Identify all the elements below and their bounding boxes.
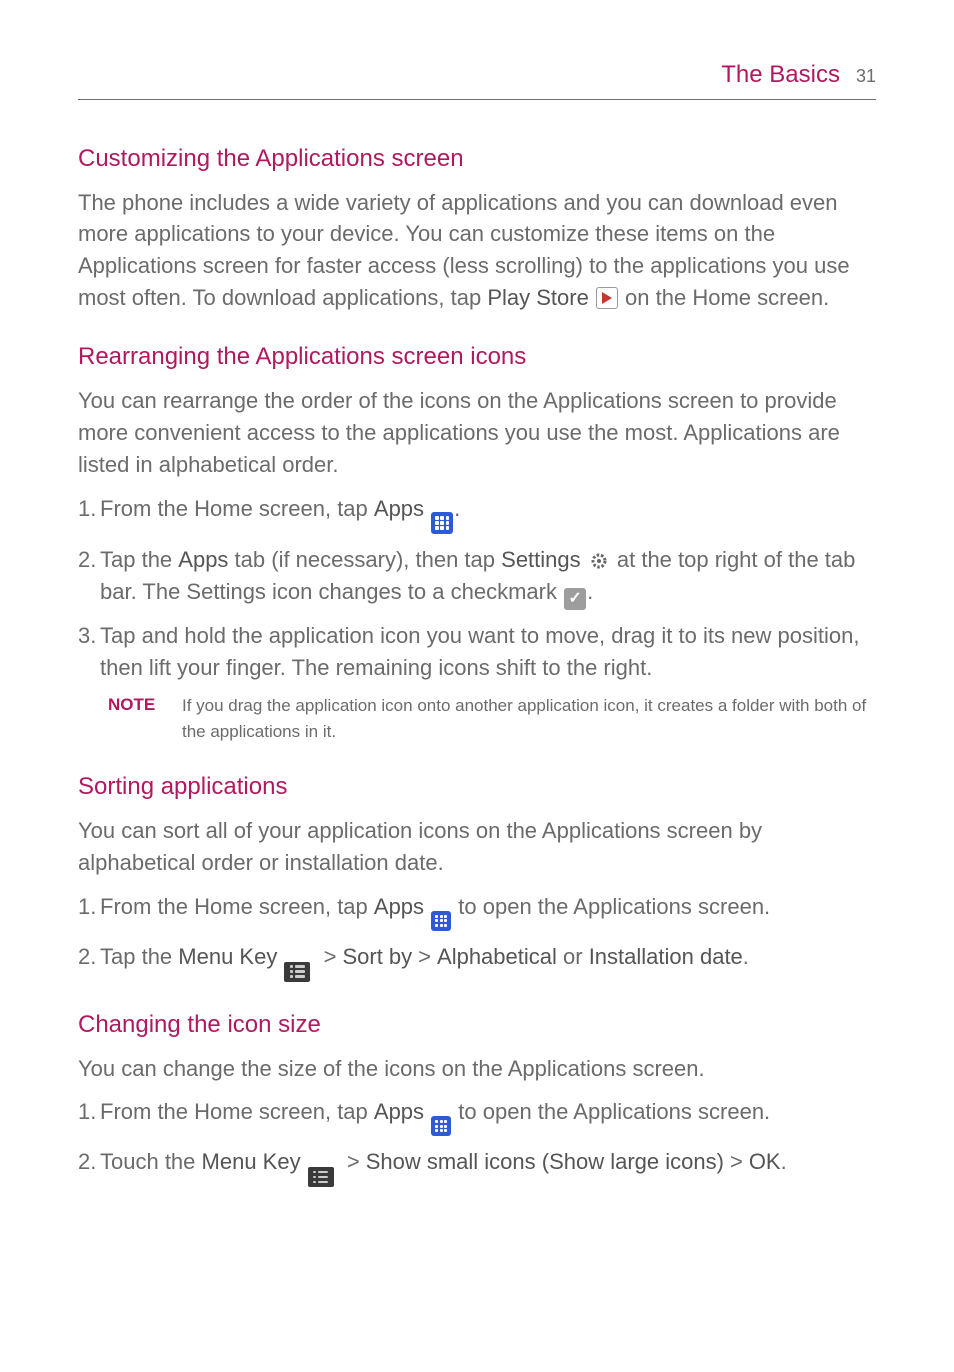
list-number: 2. xyxy=(78,544,100,609)
ordered-list: 1. From the Home screen, tap Apps to ope… xyxy=(78,1096,876,1187)
label-show-icons: Show small icons (Show large icons) xyxy=(366,1149,724,1174)
list-body: From the Home screen, tap Apps to open t… xyxy=(100,891,876,931)
list-number: 1. xyxy=(78,891,100,931)
ordered-list: 1. From the Home screen, tap Apps . 2. T… xyxy=(78,493,876,684)
list-item: 1. From the Home screen, tap Apps to ope… xyxy=(78,891,876,931)
paragraph: You can change the size of the icons on … xyxy=(78,1053,876,1085)
label-alphabetical: Alphabetical xyxy=(437,944,557,969)
text: From the Home screen, tap xyxy=(100,1099,374,1124)
label-settings: Settings xyxy=(501,547,581,572)
note-label: NOTE xyxy=(108,693,182,744)
text: to open the Applications screen. xyxy=(452,1099,770,1124)
text: or xyxy=(557,944,589,969)
separator: > xyxy=(418,944,431,969)
text: on the Home screen. xyxy=(619,285,829,310)
heading-icon-size: Changing the icon size xyxy=(78,1008,876,1043)
menu-key-icon xyxy=(308,1167,334,1187)
paragraph: You can rearrange the order of the icons… xyxy=(78,385,876,481)
list-item: 2. Tap the Menu Key >Sort by>Alphabetica… xyxy=(78,941,876,982)
label-sort-by: Sort by xyxy=(342,944,412,969)
heading-customizing: Customizing the Applications screen xyxy=(78,142,876,177)
list-item: 3. Tap and hold the application icon you… xyxy=(78,620,876,684)
list-item: 1. From the Home screen, tap Apps to ope… xyxy=(78,1096,876,1136)
text: From the Home screen, tap xyxy=(100,496,374,521)
list-body: From the Home screen, tap Apps to open t… xyxy=(100,1096,876,1136)
section-title: The Basics xyxy=(721,58,840,93)
label-menu-key: Menu Key xyxy=(178,944,277,969)
separator: > xyxy=(347,1149,360,1174)
text: Tap the xyxy=(100,547,178,572)
label-installation-date: Installation date xyxy=(589,944,743,969)
list-number: 2. xyxy=(78,941,100,982)
list-number: 3. xyxy=(78,620,100,684)
paragraph: You can sort all of your application ico… xyxy=(78,815,876,879)
label-apps: Apps xyxy=(374,894,424,919)
apps-icon xyxy=(431,512,453,534)
play-store-icon xyxy=(596,287,618,309)
note: NOTE If you drag the application icon on… xyxy=(78,693,876,744)
page-number: 31 xyxy=(856,63,876,89)
list-body: Touch the Menu Key >Show small icons (Sh… xyxy=(100,1146,876,1187)
list-body: Tap the Menu Key >Sort by>Alphabetical o… xyxy=(100,941,876,982)
list-body: From the Home screen, tap Apps . xyxy=(100,493,876,535)
separator: > xyxy=(730,1149,743,1174)
text: . xyxy=(743,944,749,969)
settings-gear-icon xyxy=(588,550,610,572)
label-menu-key: Menu Key xyxy=(202,1149,301,1174)
checkmark-icon: ✓ xyxy=(564,588,586,610)
ordered-list: 1. From the Home screen, tap Apps to ope… xyxy=(78,891,876,982)
label-play-store: Play Store xyxy=(487,285,589,310)
text: to open the Applications screen. xyxy=(452,894,770,919)
separator: > xyxy=(324,944,337,969)
list-body: Tap and hold the application icon you wa… xyxy=(100,620,876,684)
paragraph: The phone includes a wide variety of app… xyxy=(78,187,876,315)
list-number: 2. xyxy=(78,1146,100,1187)
label-apps: Apps xyxy=(374,496,424,521)
heading-sorting: Sorting applications xyxy=(78,770,876,805)
list-item: 2. Touch the Menu Key >Show small icons … xyxy=(78,1146,876,1187)
list-number: 1. xyxy=(78,1096,100,1136)
note-body: If you drag the application icon onto an… xyxy=(182,693,876,744)
label-ok: OK xyxy=(749,1149,781,1174)
text: From the Home screen, tap xyxy=(100,894,374,919)
list-body: Tap the Apps tab (if necessary), then ta… xyxy=(100,544,876,609)
menu-key-icon xyxy=(284,962,310,982)
list-number: 1. xyxy=(78,493,100,535)
text: . xyxy=(587,579,593,604)
text: Tap the xyxy=(100,944,178,969)
label-apps: Apps xyxy=(374,1099,424,1124)
list-item: 1. From the Home screen, tap Apps . xyxy=(78,493,876,535)
text: . xyxy=(454,496,460,521)
list-item: 2. Tap the Apps tab (if necessary), then… xyxy=(78,544,876,609)
apps-icon xyxy=(431,911,451,931)
heading-rearranging: Rearranging the Applications screen icon… xyxy=(78,340,876,375)
text: tab (if necessary), then tap xyxy=(228,547,501,572)
label-apps: Apps xyxy=(178,547,228,572)
text: . xyxy=(781,1149,787,1174)
page-header: The Basics 31 xyxy=(78,58,876,100)
apps-icon xyxy=(431,1116,451,1136)
text: Touch the xyxy=(100,1149,202,1174)
